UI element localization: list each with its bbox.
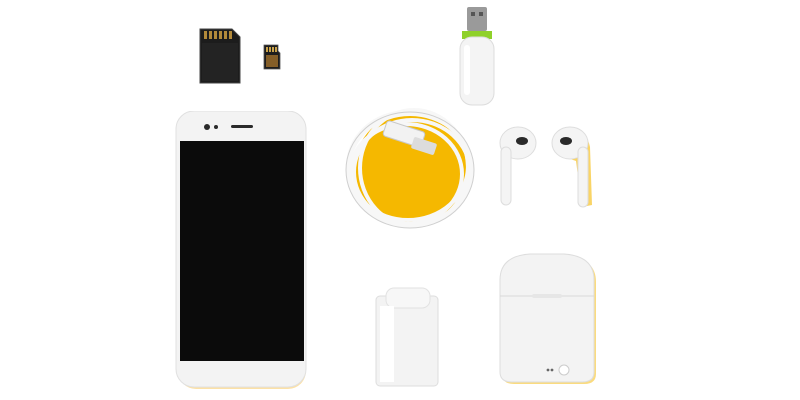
smartphone xyxy=(174,111,310,391)
usb-cable xyxy=(338,100,484,236)
earbuds-charging-case xyxy=(494,252,604,388)
usb-flash-drive xyxy=(456,5,498,107)
wireless-earbuds xyxy=(492,121,602,217)
charger-plug xyxy=(372,286,442,390)
microsd-card xyxy=(262,43,282,71)
sd-card xyxy=(196,27,244,85)
right-earbud xyxy=(551,126,592,208)
accessories-flatlay-photo xyxy=(0,0,800,400)
left-earbud xyxy=(499,126,537,206)
